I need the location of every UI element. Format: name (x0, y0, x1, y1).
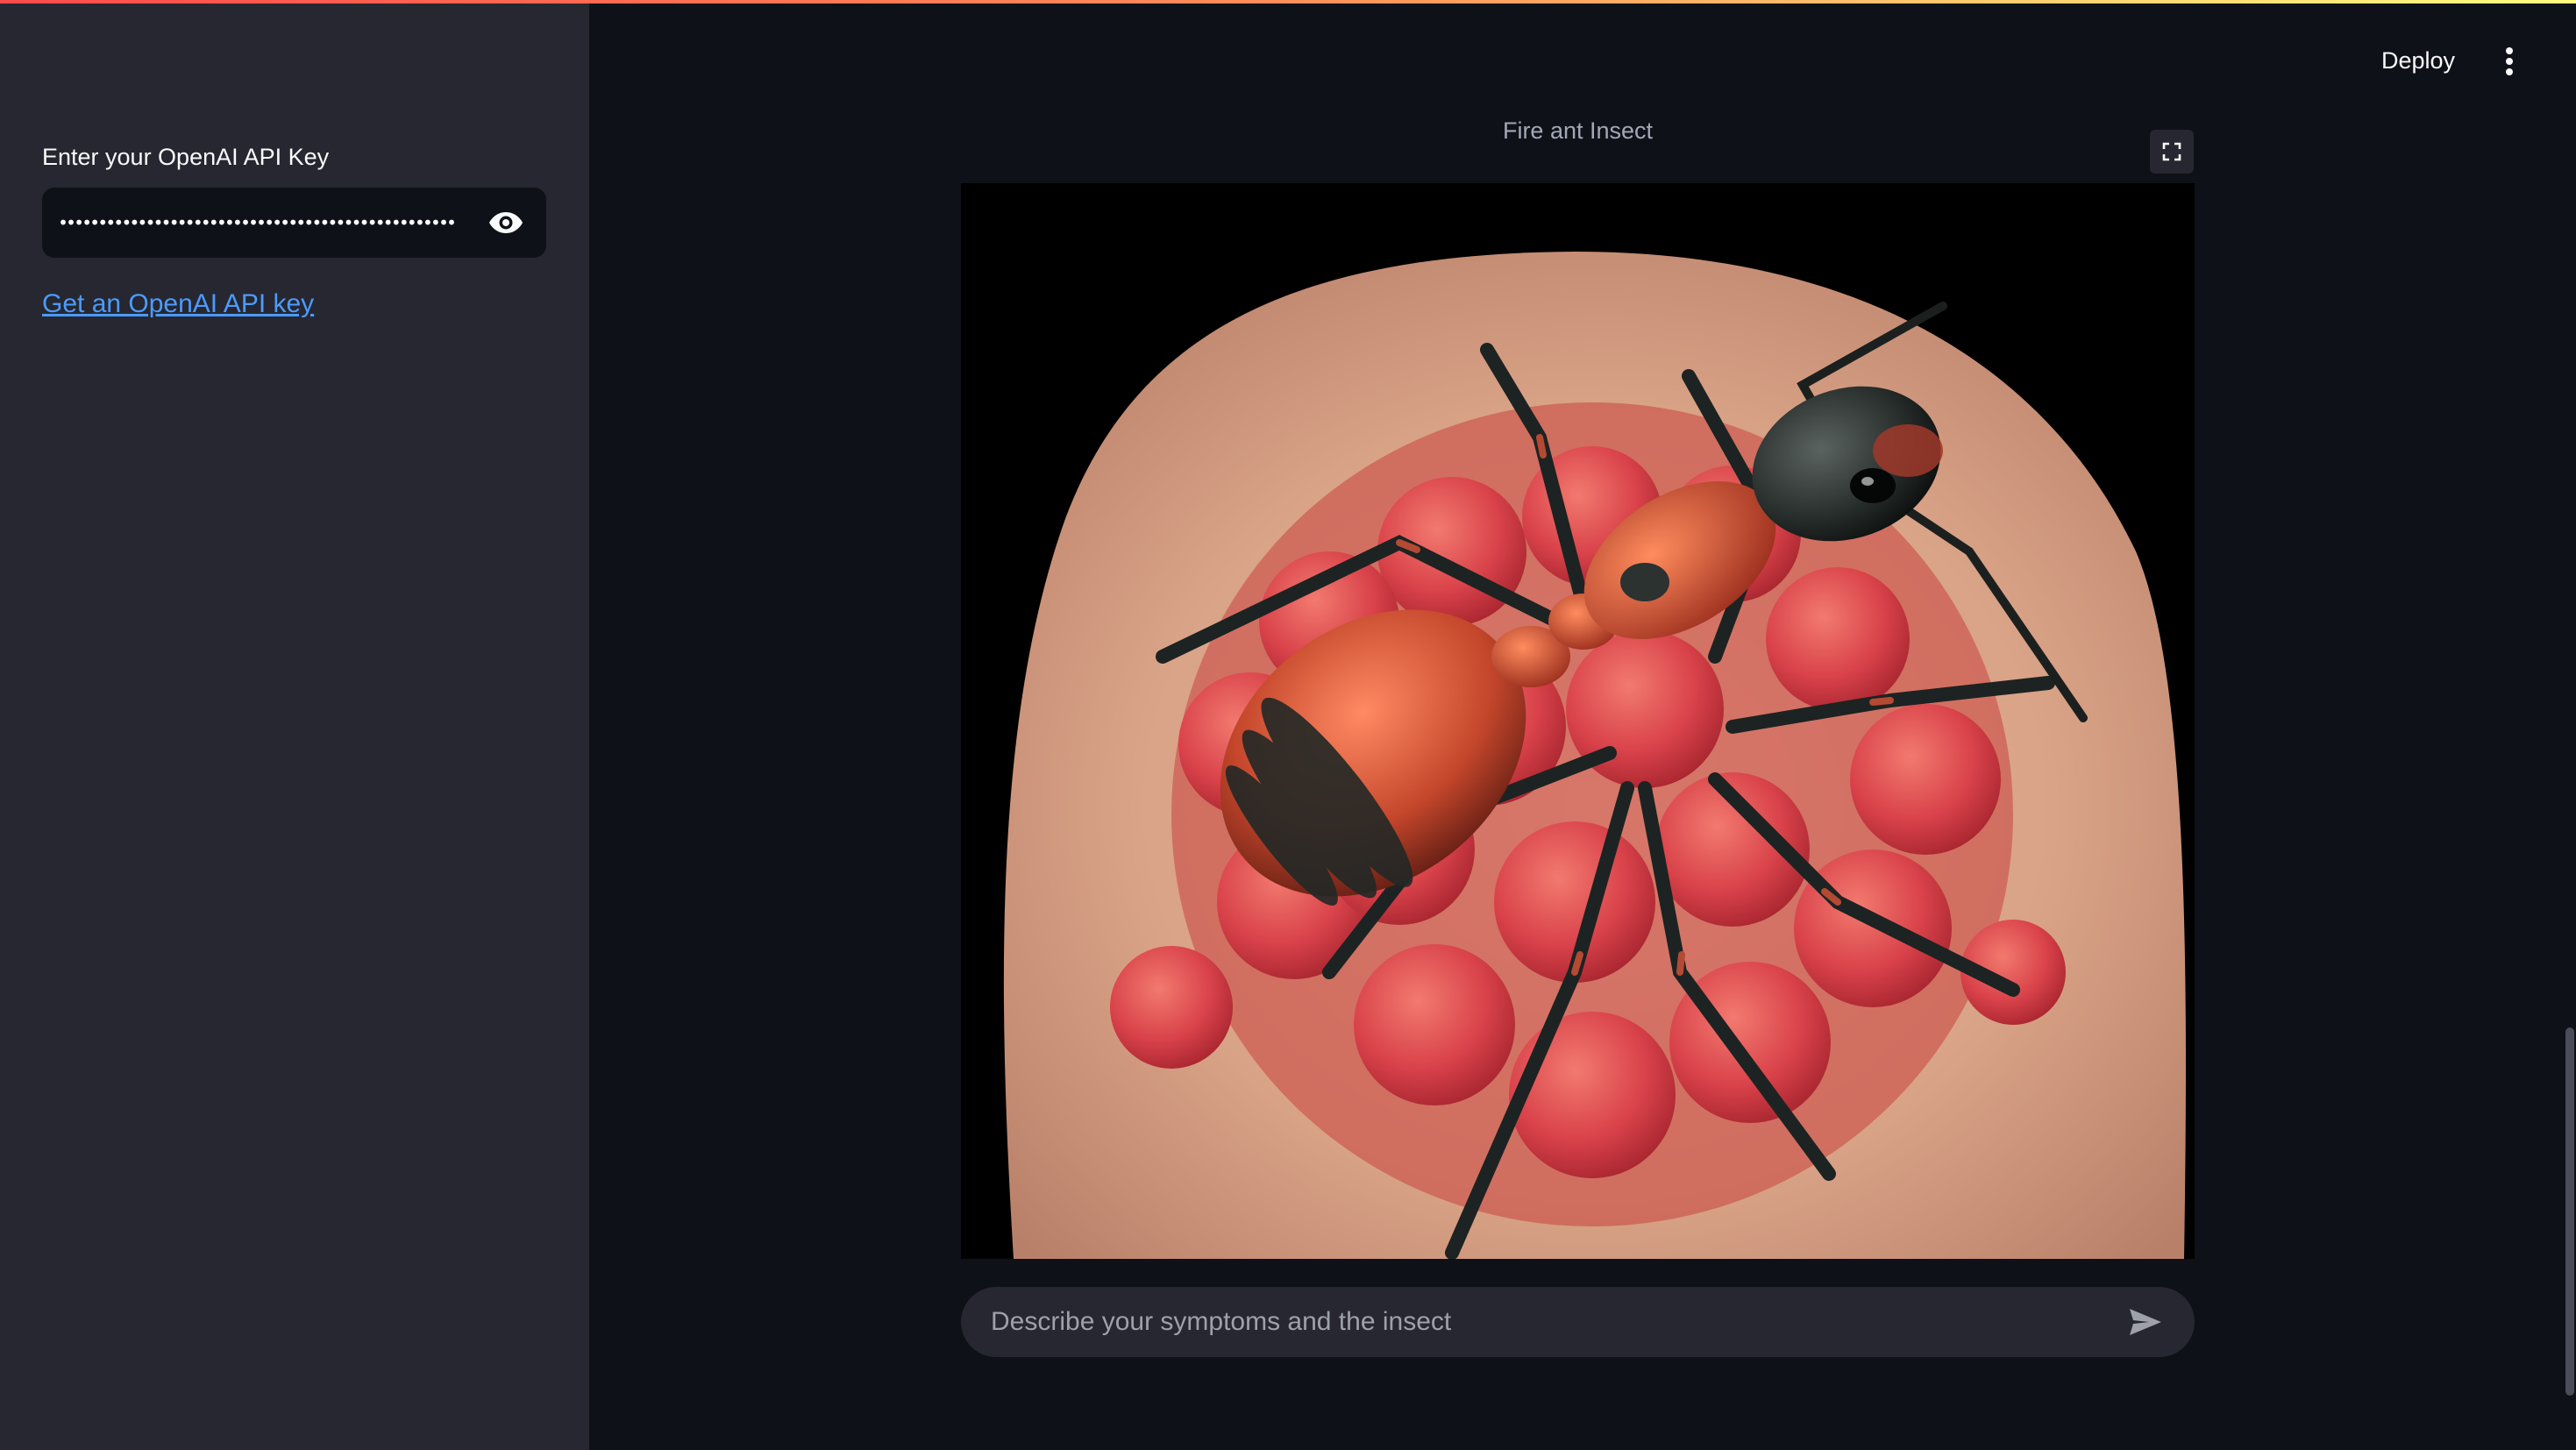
api-key-input[interactable]: ••••••••••••••••••••••••••••••••••••••••… (42, 188, 546, 258)
chat-input[interactable]: Describe your symptoms and the insect (961, 1287, 2195, 1357)
main-menu-button[interactable] (2494, 40, 2525, 82)
kebab-menu-icon (2506, 47, 2513, 75)
sidebar: Enter your OpenAI API Key ••••••••••••••… (0, 0, 589, 1450)
scrollbar-thumb[interactable] (2565, 1027, 2574, 1396)
fire-ant-image (961, 183, 2195, 1259)
send-button[interactable] (2123, 1299, 2168, 1345)
eye-icon (489, 212, 523, 233)
show-password-button[interactable] (483, 200, 529, 245)
top-decoration-bar (0, 0, 2576, 4)
send-icon (2130, 1309, 2161, 1335)
get-api-key-link[interactable]: Get an OpenAI API key (42, 289, 314, 319)
fullscreen-button[interactable] (2150, 130, 2194, 174)
api-key-value[interactable]: ••••••••••••••••••••••••••••••••••••••••… (58, 212, 462, 233)
chat-input-placeholder[interactable]: Describe your symptoms and the insect (991, 1307, 2123, 1337)
api-key-label: Enter your OpenAI API Key (42, 144, 330, 170)
image-caption: Fire ant Insect (1502, 117, 1654, 144)
deploy-button[interactable]: Deploy (2374, 42, 2462, 80)
fullscreen-icon (2162, 142, 2181, 161)
